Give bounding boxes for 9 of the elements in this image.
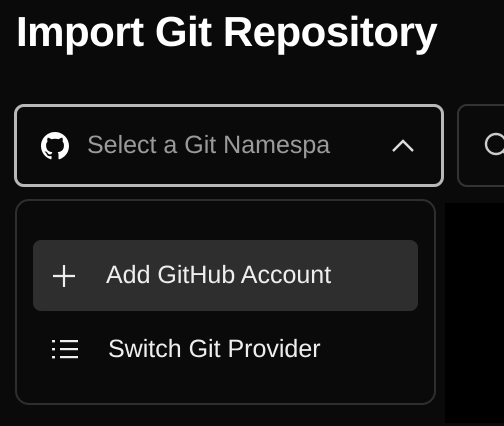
menu-item[interactable]: Switch Git Provider — [33, 321, 418, 377]
github-icon — [41, 132, 69, 160]
namespace-select[interactable]: Select a Git Namespa — [14, 104, 444, 187]
page-title: Import Git Repository — [16, 8, 438, 56]
list-icon — [52, 339, 78, 359]
chevron-icon — [391, 138, 415, 152]
plus-icon — [52, 264, 76, 288]
select-placeholder: Select a Git Namespa — [87, 131, 332, 160]
menu-item[interactable]: Add GitHub Account — [33, 240, 418, 311]
